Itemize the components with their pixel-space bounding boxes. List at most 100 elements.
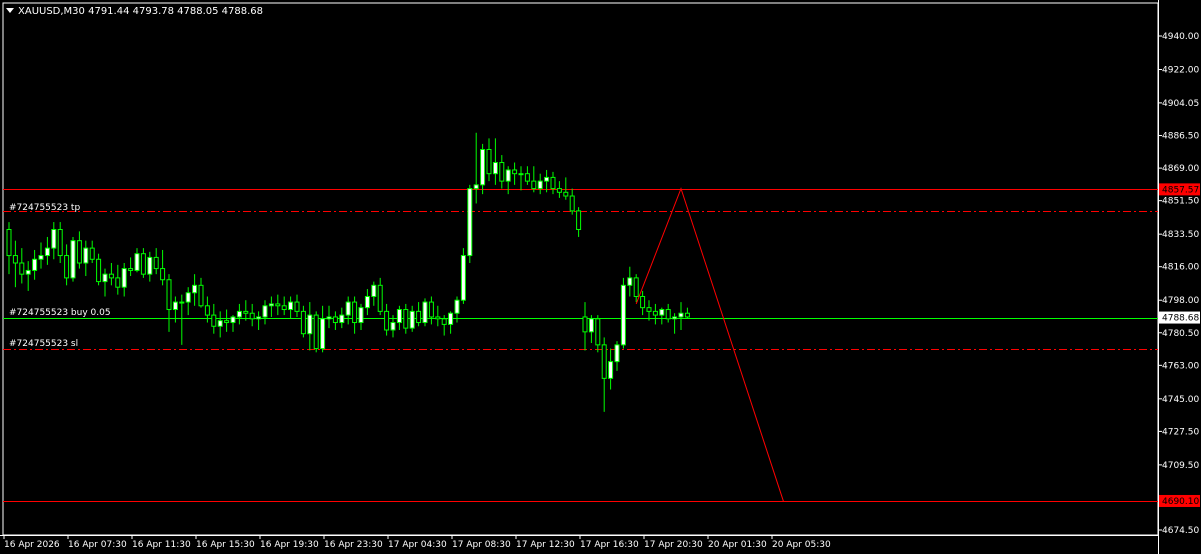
candle-body xyxy=(166,279,172,311)
candle xyxy=(563,177,569,200)
candle xyxy=(646,300,652,321)
candle xyxy=(262,300,268,325)
chart-header[interactable]: XAUUSD,M30 4791.44 4793.78 4788.05 4788.… xyxy=(6,6,263,17)
candle xyxy=(448,311,454,334)
candle-body xyxy=(435,316,441,320)
candle xyxy=(684,307,690,319)
candle-body xyxy=(185,292,191,303)
candle-body xyxy=(236,310,242,318)
candle-body xyxy=(403,309,409,329)
candle-body xyxy=(76,240,82,264)
candle xyxy=(89,240,95,263)
candle-body xyxy=(416,310,422,324)
candle xyxy=(147,251,153,282)
sl-label: #724755523 sl xyxy=(9,339,78,349)
price-tick-label: 4833.50 xyxy=(1162,230,1199,240)
plot-border xyxy=(2,2,1159,536)
candle xyxy=(544,169,550,193)
candle-body xyxy=(633,277,639,297)
candle-body xyxy=(64,255,70,279)
candle-body xyxy=(467,188,473,257)
candle-body xyxy=(595,318,601,346)
candle xyxy=(115,264,121,295)
candle-body xyxy=(262,305,268,318)
candle-body xyxy=(640,295,646,309)
candle xyxy=(320,305,326,353)
candle-body xyxy=(396,309,402,324)
time-tick-label: 16 Apr 11:30 xyxy=(132,540,191,550)
candle xyxy=(601,337,607,412)
time-axis[interactable]: 16 Apr 2026 16 Apr 07:30 16 Apr 11:30 16 Ap… xyxy=(0,535,1158,550)
candle xyxy=(108,262,114,286)
price-tick-label: 4816.00 xyxy=(1162,263,1199,273)
candle xyxy=(473,132,479,204)
candle xyxy=(44,236,50,265)
dropdown-triangle-icon[interactable] xyxy=(6,8,14,13)
candle-body xyxy=(288,301,294,311)
candle xyxy=(134,248,140,273)
candle-body xyxy=(313,314,319,350)
candle xyxy=(556,181,562,198)
candle-body xyxy=(678,312,684,318)
time-tick-label: 17 Apr 04:30 xyxy=(388,540,447,550)
candle-body xyxy=(243,310,249,314)
candle xyxy=(518,166,524,191)
candle xyxy=(371,281,377,306)
candle xyxy=(140,248,146,278)
candle-body xyxy=(147,256,153,275)
candle xyxy=(480,143,486,195)
candle-body xyxy=(512,169,518,175)
candle-body xyxy=(371,284,377,297)
candle-body xyxy=(70,240,76,279)
price-tick-label: 4940.00 xyxy=(1162,32,1199,42)
candle-body xyxy=(518,173,524,176)
candle xyxy=(550,171,556,195)
candle xyxy=(524,166,530,185)
candle-body xyxy=(358,307,364,324)
candle-body xyxy=(665,309,671,320)
candle xyxy=(326,305,332,329)
horizontal-line-upper-tag-label: 4857.57 xyxy=(1162,185,1199,195)
candle-body xyxy=(326,316,332,320)
candle-body xyxy=(275,303,281,307)
candles xyxy=(6,132,690,412)
candle xyxy=(236,303,242,325)
candle xyxy=(633,274,639,303)
price-chart[interactable]: 4940.00 4922.00 4904.05 4886.50 4869.00 4851.… xyxy=(0,0,1201,554)
candle-body xyxy=(486,148,492,175)
candle xyxy=(396,305,402,330)
candle-body xyxy=(428,301,434,318)
price-tick-label: 4727.50 xyxy=(1162,427,1199,437)
candle xyxy=(57,222,63,263)
candle xyxy=(211,303,217,334)
candle-body xyxy=(32,258,38,271)
candle-body xyxy=(128,268,134,271)
candle-body xyxy=(198,284,204,307)
candle-body xyxy=(652,310,658,316)
candle-body xyxy=(192,284,198,294)
horizontal-line-lower-tag-label: 4690.10 xyxy=(1162,497,1199,507)
candle-body xyxy=(268,303,274,307)
candle xyxy=(128,257,134,277)
candle-body xyxy=(6,229,12,257)
candle xyxy=(217,311,223,338)
price-axis[interactable]: 4940.00 4922.00 4904.05 4886.50 4869.00 4851.… xyxy=(1158,0,1200,554)
projection-lines xyxy=(635,187,784,502)
candle xyxy=(588,315,594,344)
candle-body xyxy=(499,162,505,182)
time-tick-label: 17 Apr 16:30 xyxy=(580,540,639,550)
candle-body xyxy=(531,180,537,190)
candle-body xyxy=(448,312,454,325)
candle-body xyxy=(339,314,345,324)
current-price-tag-label: 4788.68 xyxy=(1162,314,1199,324)
candle xyxy=(32,249,38,280)
chart-plot-area xyxy=(2,2,1159,536)
candle-body xyxy=(179,301,185,304)
price-tick-label: 4798.00 xyxy=(1162,296,1199,306)
candle xyxy=(281,296,287,316)
price-tick-label: 4674.50 xyxy=(1162,526,1199,536)
candle-body xyxy=(204,305,210,316)
symbol-header: XAUUSD,M30 4791.44 4793.78 4788.05 4788.… xyxy=(18,6,263,17)
candle xyxy=(268,296,274,317)
candle xyxy=(576,207,582,237)
